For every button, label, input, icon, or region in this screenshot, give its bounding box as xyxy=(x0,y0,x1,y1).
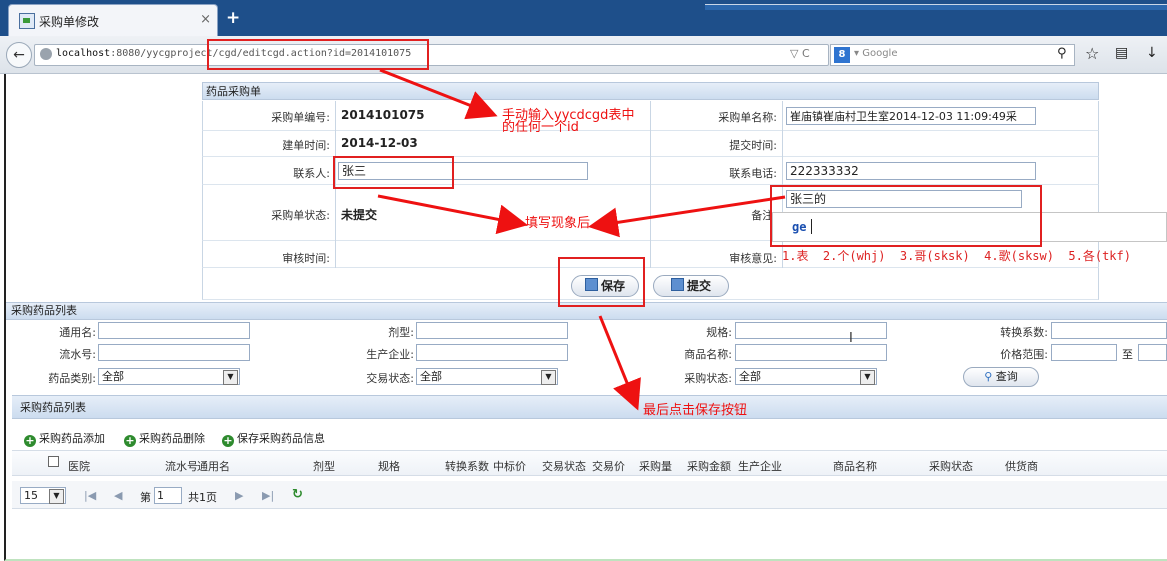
arrow-to-id-note xyxy=(379,68,498,120)
annotation-fill: 填写现象后 xyxy=(525,216,591,231)
arrow-contact-to-note xyxy=(377,194,528,235)
text-cursor-icon: I xyxy=(849,331,853,346)
annotation-save: 最后点击保存按钮 xyxy=(643,403,748,418)
annotation-arrows xyxy=(377,68,786,411)
annotation-id-line2: 的任何一个id xyxy=(502,120,579,135)
arrow-save-to-note xyxy=(598,315,641,411)
arrow-remark-to-note xyxy=(588,195,786,238)
